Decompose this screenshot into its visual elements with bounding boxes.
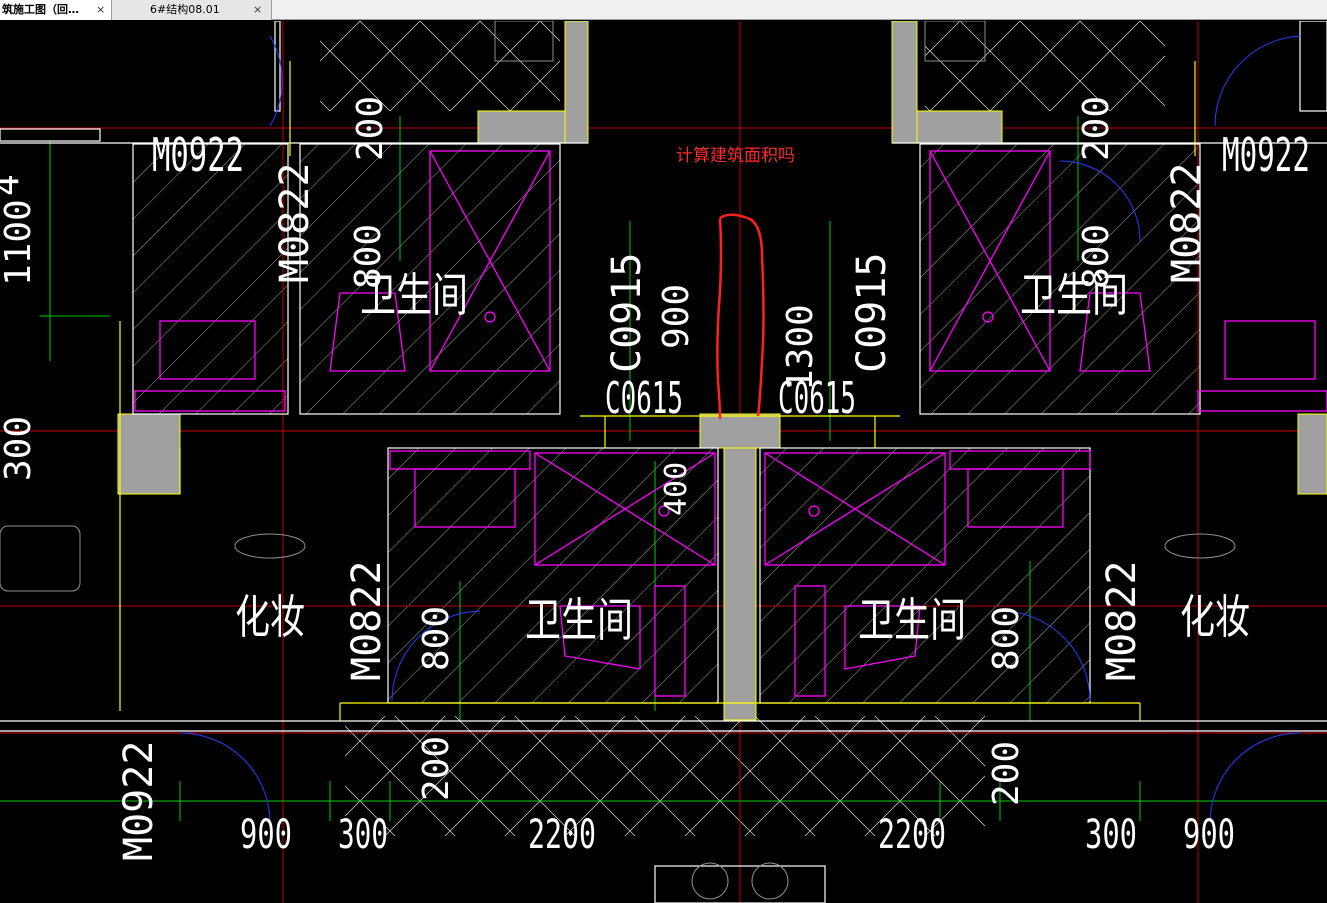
- dim-200-top-left: 200: [350, 96, 391, 161]
- dim-200-bottom-left: 200: [416, 736, 457, 801]
- room-label-bathroom-2: 卫生间: [1020, 268, 1128, 322]
- dim-800-4: 800: [986, 606, 1027, 671]
- window-tag-c0615-left: C0615: [605, 373, 683, 424]
- window-tag-c0915-left: C0915: [604, 253, 650, 373]
- dim-200-top-right: 200: [1076, 96, 1117, 161]
- dim-300-bottom-left: 300: [338, 812, 388, 858]
- tab-label: 6#结构08.01: [150, 3, 220, 16]
- close-icon[interactable]: ×: [253, 0, 262, 19]
- dim-900-bottom-right: 900: [1183, 812, 1235, 858]
- door-tag-m0822-3: M0822: [344, 561, 390, 681]
- tab-architecture-drawing[interactable]: 筑施工图（回… ×: [0, 0, 112, 20]
- window-tag-c0915-right: C0915: [849, 253, 895, 373]
- dim-2200-left: 2200: [528, 812, 596, 858]
- document-tab-bar: 筑施工图（回… × 6#结构08.01 ×: [0, 0, 1327, 20]
- dim-4-left: 4: [0, 174, 27, 196]
- dim-900-bottom-left: 900: [240, 812, 292, 858]
- door-tag-m0922-left: M0922: [152, 128, 244, 182]
- door-tag-m0922-bottom: M0922: [116, 741, 162, 861]
- dim-400: 400: [659, 462, 694, 516]
- cad-drawing-canvas[interactable]: M0922 M0922 M0822 M0822 M0822 M0822 M092…: [0, 21, 1327, 903]
- close-icon[interactable]: ×: [96, 0, 105, 19]
- dim-200-bottom-right: 200: [986, 741, 1027, 806]
- door-tag-m0922-right: M0922: [1222, 128, 1310, 182]
- room-label-dressing-right: 化妆: [1180, 590, 1250, 644]
- room-label-bathroom-3: 卫生间: [525, 593, 633, 647]
- dim-1100-left: 1100: [0, 199, 39, 286]
- dim-2200-right: 2200: [878, 812, 946, 858]
- room-label-bathroom-1: 卫生间: [360, 268, 468, 322]
- door-tag-m0822-2: M0822: [1164, 163, 1210, 283]
- dim-800-3: 800: [416, 606, 457, 671]
- tab-structure-drawing[interactable]: 6#结构08.01 ×: [112, 0, 272, 20]
- markup-annotation-text: 计算建筑面积吗: [676, 146, 795, 166]
- dim-300-left: 300: [0, 416, 39, 481]
- dim-1300: 1300: [780, 304, 821, 391]
- door-tag-m0822-1: M0822: [272, 163, 318, 283]
- room-label-bathroom-4: 卫生间: [858, 593, 966, 647]
- door-tag-m0822-4: M0822: [1099, 561, 1145, 681]
- dim-300-bottom-right: 300: [1085, 812, 1137, 858]
- room-label-dressing-left: 化妆: [235, 590, 305, 644]
- dim-900-vertical: 900: [656, 284, 697, 349]
- tab-label: 筑施工图（回…: [2, 3, 79, 16]
